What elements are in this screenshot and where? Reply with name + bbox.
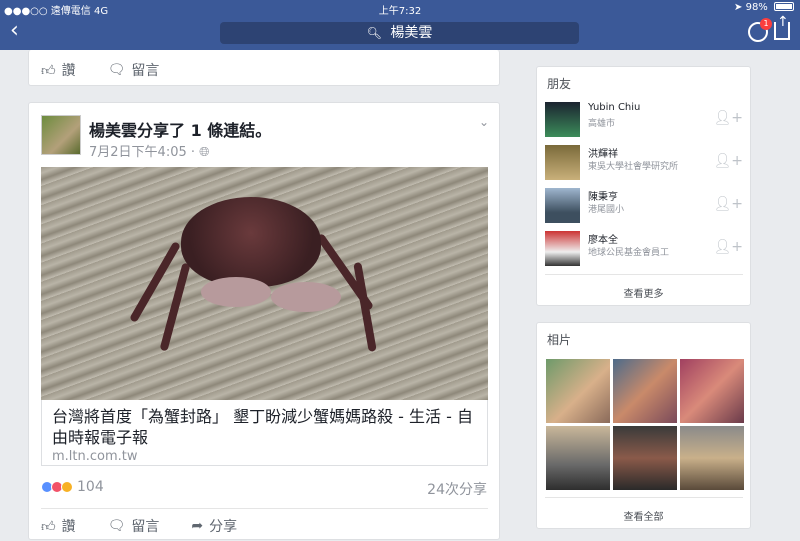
comment-icon: 🗨︎ — [107, 518, 126, 534]
friend-avatar — [545, 188, 580, 223]
shared-link-post: 楊美雲分享了 1 條連結。 7月2日下午4:05 · 🌐︎ ⌄ 台灣將首度「為蟹… — [28, 102, 500, 540]
share-count[interactable]: 24次分享 — [427, 479, 487, 499]
like-button[interactable]: 👍︎ 讚 — [41, 516, 76, 536]
friend-item[interactable]: 廖本全 地球公民基金會員工 👤︎+ — [545, 231, 743, 269]
search-bar[interactable]: 🔍︎ 楊美雲 — [220, 22, 579, 44]
add-friend-icon[interactable]: 👤︎+ — [713, 196, 743, 212]
link-domain: m.ltn.com.tw — [52, 449, 138, 464]
friend-name: 洪輝祥 — [588, 149, 618, 160]
link-title: 台灣將首度「為蟹封路」 墾丁盼減少蟹媽媽路殺 - 生活 - 自由時報電子報 — [52, 407, 473, 447]
reaction-count: 104 — [77, 479, 104, 495]
friend-avatar — [545, 231, 580, 266]
photo-thumbnail[interactable] — [613, 359, 677, 423]
comment-label: 留言 — [131, 63, 160, 79]
crab-leg — [353, 261, 377, 353]
crab-leg — [159, 262, 191, 352]
search-query: 楊美雲 — [390, 25, 433, 41]
share-icon[interactable] — [774, 14, 790, 40]
comment-button[interactable]: 🗨︎ 留言 — [108, 60, 160, 80]
divider — [545, 274, 743, 275]
crab-claw — [271, 282, 341, 312]
divider — [545, 497, 743, 498]
share-arrow-icon: ➦ — [191, 518, 204, 534]
photo-thumbnail[interactable] — [680, 426, 744, 490]
comment-button[interactable]: 🗨︎ 留言 — [108, 516, 160, 536]
previous-post-actions: 👍︎ 讚 🗨︎ 留言 — [41, 60, 191, 80]
chevron-down-icon[interactable]: ⌄ — [479, 115, 489, 129]
location-icon: ➤ — [734, 2, 743, 13]
like-label: 讚 — [61, 63, 76, 79]
post-author-line[interactable]: 楊美雲分享了 1 條連結。 — [89, 117, 271, 141]
share-label: 分享 — [209, 519, 238, 535]
post-actions: 👍︎ 讚 🗨︎ 留言 ➦ 分享 — [41, 516, 269, 536]
friend-avatar — [545, 102, 580, 137]
friend-name: 廖本全 — [588, 235, 618, 246]
thumbs-up-icon: 👍︎ — [41, 62, 56, 79]
link-preview-image[interactable] — [41, 167, 488, 400]
timestamp-text: 7月2日下午4:05 · — [89, 145, 200, 160]
friend-name: 陳秉亨 — [588, 192, 618, 203]
share-button[interactable]: ➦ 分享 — [191, 516, 237, 536]
photo-thumbnail[interactable] — [613, 426, 677, 490]
friends-title: 朋友 — [547, 77, 572, 91]
friend-item[interactable]: Yubin Chiu 高雄市 👤︎+ — [545, 102, 743, 140]
friend-subtitle: 高雄市 — [588, 119, 616, 129]
thumbs-up-icon: 👍︎ — [41, 518, 56, 535]
author-avatar[interactable] — [41, 115, 81, 155]
crab-shell — [181, 197, 321, 287]
clock: 上午7:32 — [378, 6, 422, 17]
status-bar: ●●●○○ 遠傳電信 4G 上午7:32 ➤ 98% — [0, 0, 800, 17]
photos-card: 相片 查看全部 — [536, 322, 751, 529]
like-button[interactable]: 👍︎ 讚 — [41, 60, 76, 80]
battery-indicator: ➤ 98% — [734, 2, 794, 13]
battery-icon — [774, 2, 794, 11]
battery-percent: 98% — [745, 2, 768, 13]
crab-claw — [201, 277, 271, 307]
divider — [41, 508, 488, 509]
photos-title: 相片 — [547, 333, 572, 347]
previous-post-card: 👍︎ 讚 🗨︎ 留言 — [28, 50, 500, 86]
photo-thumbnail[interactable] — [546, 359, 610, 423]
back-icon[interactable]: ‹ — [10, 20, 32, 44]
see-all-photos-link[interactable]: 查看全部 — [537, 508, 750, 523]
comment-label: 留言 — [131, 519, 160, 535]
globe-icon: 🌐︎ — [199, 145, 210, 160]
friend-item[interactable]: 陳秉亨 港尾國小 👤︎+ — [545, 188, 743, 226]
add-friend-icon[interactable]: 👤︎+ — [713, 110, 743, 126]
see-more-friends-link[interactable]: 查看更多 — [537, 285, 750, 300]
like-label: 讚 — [61, 519, 76, 535]
reaction-summary[interactable]: 104 — [41, 479, 104, 495]
top-navigation-bar: ●●●○○ 遠傳電信 4G 上午7:32 ➤ 98% ‹ 🔍︎ 楊美雲 1 — [0, 0, 800, 50]
friend-item[interactable]: 洪輝祥 東吳大學社會學研究所 👤︎+ — [545, 145, 743, 183]
photo-thumbnail[interactable] — [680, 359, 744, 423]
friend-subtitle: 港尾國小 — [588, 205, 625, 215]
haha-reaction-icon — [61, 481, 73, 493]
add-friend-icon[interactable]: 👤︎+ — [713, 239, 743, 255]
messenger-badge: 1 — [760, 18, 772, 30]
post-timestamp[interactable]: 7月2日下午4:05 · 🌐︎ — [89, 141, 210, 160]
search-icon: 🔍︎ — [366, 26, 382, 40]
friends-card: 朋友 Yubin Chiu 高雄市 👤︎+ 洪輝祥 東吳大學社會學研究所 👤︎+… — [536, 66, 751, 306]
friend-avatar — [545, 145, 580, 180]
link-preview-text[interactable]: 台灣將首度「為蟹封路」 墾丁盼減少蟹媽媽路殺 - 生活 - 自由時報電子報 m.… — [41, 400, 488, 466]
photo-thumbnail[interactable] — [546, 426, 610, 490]
friend-name: Yubin Chiu — [588, 102, 641, 113]
add-friend-icon[interactable]: 👤︎+ — [713, 153, 743, 169]
comment-icon: 🗨︎ — [107, 62, 126, 78]
friend-subtitle: 東吳大學社會學研究所 — [588, 162, 679, 172]
friend-subtitle: 地球公民基金會員工 — [588, 248, 670, 258]
